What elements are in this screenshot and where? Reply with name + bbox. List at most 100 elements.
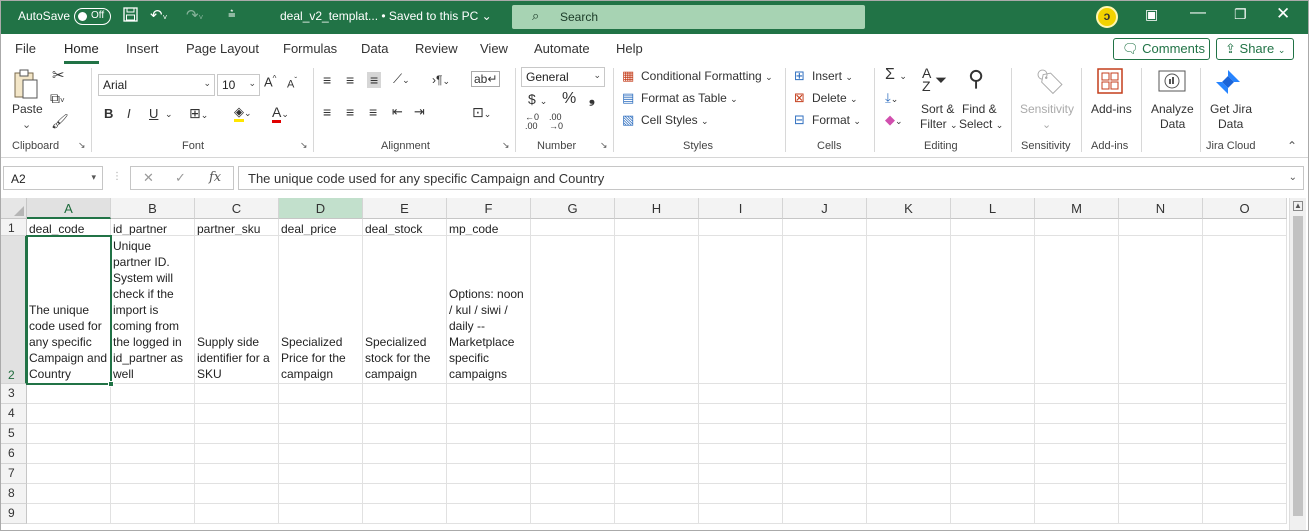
cell-n1[interactable] xyxy=(1119,219,1203,236)
format-button[interactable]: Format ⌄ xyxy=(812,113,861,127)
copy-icon[interactable]: ⧉˅ xyxy=(50,90,65,107)
analyze-data-button[interactable]: Data xyxy=(1160,117,1185,131)
cell-c3[interactable] xyxy=(195,384,279,404)
decrease-indent-icon[interactable]: ⇤ xyxy=(392,104,403,120)
account-icon[interactable]: ↄ xyxy=(1096,6,1118,28)
clear-icon[interactable]: ◆⌄ xyxy=(885,112,903,128)
tab-formulas[interactable]: Formulas xyxy=(283,41,337,56)
insert-function-icon[interactable]: fx xyxy=(209,170,221,185)
cell-l8[interactable] xyxy=(951,484,1035,504)
cell-f6[interactable] xyxy=(447,444,531,464)
paste-dropdown-icon[interactable]: ⌄ xyxy=(22,118,31,131)
delete-button[interactable]: Delete ⌄ xyxy=(812,91,858,105)
row-header-1[interactable]: 1 xyxy=(0,219,27,236)
cell-g7[interactable] xyxy=(531,464,615,484)
tab-home[interactable]: Home xyxy=(64,41,99,64)
share-button[interactable]: ⇪ Share ⌄ xyxy=(1216,38,1294,60)
cell-o4[interactable] xyxy=(1203,404,1287,424)
column-header-a[interactable]: A xyxy=(27,198,111,219)
bold-button[interactable]: B xyxy=(104,106,113,121)
cell-k1[interactable] xyxy=(867,219,951,236)
align-bottom-icon[interactable]: ≡ xyxy=(367,72,382,88)
cell-j8[interactable] xyxy=(783,484,867,504)
cell-b8[interactable] xyxy=(111,484,195,504)
row-header-2[interactable]: 2 xyxy=(0,236,27,384)
column-header-j[interactable]: J xyxy=(783,198,867,219)
vertical-scrollbar[interactable]: ▲ xyxy=(1289,198,1306,531)
cell-k7[interactable] xyxy=(867,464,951,484)
ribbon-display-icon[interactable]: ▣ xyxy=(1145,6,1158,23)
cell-m9[interactable] xyxy=(1035,504,1119,524)
cell-n8[interactable] xyxy=(1119,484,1203,504)
tab-review[interactable]: Review xyxy=(415,41,458,56)
cell-n6[interactable] xyxy=(1119,444,1203,464)
column-header-g[interactable]: G xyxy=(531,198,615,219)
decrease-decimal-icon[interactable]: .00 →0 xyxy=(549,113,563,131)
cell-f3[interactable] xyxy=(447,384,531,404)
column-header-n[interactable]: N xyxy=(1119,198,1203,219)
cell-o9[interactable] xyxy=(1203,504,1287,524)
cell-styles-button[interactable]: Cell Styles ⌄ xyxy=(641,113,709,127)
column-header-l[interactable]: L xyxy=(951,198,1035,219)
cell-d1[interactable]: deal_price xyxy=(279,219,363,236)
cell-m1[interactable] xyxy=(1035,219,1119,236)
cell-c7[interactable] xyxy=(195,464,279,484)
cell-d5[interactable] xyxy=(279,424,363,444)
find-select-line1[interactable]: Find & xyxy=(962,102,997,116)
cell-b4[interactable] xyxy=(111,404,195,424)
cell-c8[interactable] xyxy=(195,484,279,504)
font-name-combo[interactable]: Arial ⌄ xyxy=(98,74,215,96)
font-size-combo[interactable]: 10 ⌄ xyxy=(217,74,260,96)
cell-c6[interactable] xyxy=(195,444,279,464)
cell-d8[interactable] xyxy=(279,484,363,504)
cell-n9[interactable] xyxy=(1119,504,1203,524)
cell-l3[interactable] xyxy=(951,384,1035,404)
align-center-icon[interactable]: ≡ xyxy=(346,104,354,120)
row-header-8[interactable]: 8 xyxy=(0,484,27,504)
restore-icon[interactable]: ❐ xyxy=(1234,6,1247,23)
cell-e4[interactable] xyxy=(363,404,447,424)
cell-c9[interactable] xyxy=(195,504,279,524)
cell-i9[interactable] xyxy=(699,504,783,524)
cell-o2[interactable] xyxy=(1203,236,1287,384)
cell-o3[interactable] xyxy=(1203,384,1287,404)
cell-m3[interactable] xyxy=(1035,384,1119,404)
cancel-icon[interactable]: ✕ xyxy=(143,170,154,186)
cell-i8[interactable] xyxy=(699,484,783,504)
align-top-icon[interactable]: ≡ xyxy=(323,72,331,88)
cell-e1[interactable]: deal_stock xyxy=(363,219,447,236)
decrease-font-icon[interactable]: Aˇ xyxy=(287,76,297,91)
underline-button[interactable]: U xyxy=(149,106,158,121)
cell-l5[interactable] xyxy=(951,424,1035,444)
cell-m8[interactable] xyxy=(1035,484,1119,504)
cell-h2[interactable] xyxy=(615,236,699,384)
cell-o8[interactable] xyxy=(1203,484,1287,504)
cell-b3[interactable] xyxy=(111,384,195,404)
cell-b1[interactable]: id_partner xyxy=(111,219,195,236)
redo-icon[interactable]: ↷˅ xyxy=(186,6,203,24)
cell-k9[interactable] xyxy=(867,504,951,524)
cell-l7[interactable] xyxy=(951,464,1035,484)
cell-c4[interactable] xyxy=(195,404,279,424)
column-header-o[interactable]: O xyxy=(1203,198,1287,219)
document-title[interactable]: deal_v2_templat... • Saved to this PC ⌄ xyxy=(280,9,492,23)
percent-icon[interactable]: % xyxy=(562,90,576,108)
cell-o1[interactable] xyxy=(1203,219,1287,236)
cell-k8[interactable] xyxy=(867,484,951,504)
autosum-icon[interactable]: Σ ⌄ xyxy=(885,66,907,84)
select-all-button[interactable] xyxy=(0,198,27,219)
cell-g3[interactable] xyxy=(531,384,615,404)
cell-e9[interactable] xyxy=(363,504,447,524)
cell-j9[interactable] xyxy=(783,504,867,524)
cell-b9[interactable] xyxy=(111,504,195,524)
column-header-f[interactable]: F xyxy=(447,198,531,219)
cell-l2[interactable] xyxy=(951,236,1035,384)
cell-a8[interactable] xyxy=(27,484,111,504)
close-icon[interactable]: ✕ xyxy=(1276,4,1290,24)
analyze-data-line1[interactable]: Analyze xyxy=(1151,102,1194,116)
search-box[interactable]: ⌕ Search xyxy=(512,5,865,29)
cell-n2[interactable] xyxy=(1119,236,1203,384)
find-select-button[interactable]: Select ⌄ xyxy=(959,117,1003,131)
cell-e8[interactable] xyxy=(363,484,447,504)
row-header-7[interactable]: 7 xyxy=(0,464,27,484)
